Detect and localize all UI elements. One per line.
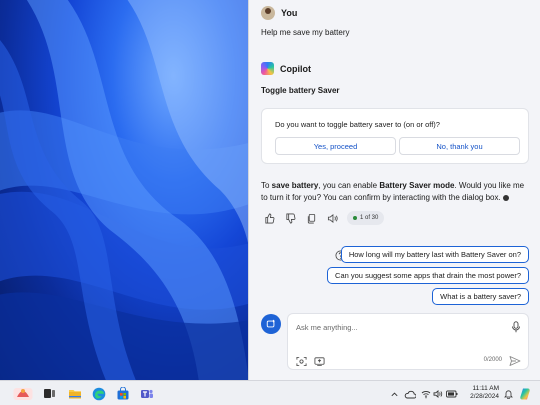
new-topic-icon [266,319,275,328]
suggestion-chip[interactable]: How long will my battery last with Batte… [340,246,529,263]
read-aloud-icon[interactable] [326,212,338,224]
status-dot-icon [353,216,357,220]
dialog-question: Do you want to toggle battery saver to (… [275,120,440,129]
chat-composer: 0/2000 [287,313,529,370]
image-upload-icon[interactable] [314,354,325,367]
user-message: You Help me save my battery [261,6,349,37]
notification-bell-icon[interactable] [503,389,513,399]
user-name: You [281,8,298,18]
answer-part: To [261,181,272,190]
taskbar-clock[interactable]: 11:11 AM 2/28/2024 [463,385,499,401]
desktop-wallpaper [0,0,248,380]
copilot-pane: You Help me save my battery Copilot Togg… [248,0,540,380]
microphone-icon[interactable] [511,320,521,333]
ask-input[interactable] [296,320,496,334]
page-indicator-text: 1 of 30 [360,215,379,221]
taskbar: 11:11 AM 2/28/2024 [0,380,540,405]
copilot-logo-icon [261,62,274,75]
send-icon[interactable] [509,354,521,366]
suggestion-chip[interactable]: Can you suggest some apps that drain the… [327,267,529,284]
edge-icon[interactable] [91,386,106,401]
response-page-indicator[interactable]: 1 of 30 [347,211,385,225]
copilot-answer-text: To save battery, you can enable Battery … [261,180,531,204]
user-avatar [261,6,275,20]
response-title: Toggle battery Saver [261,86,340,95]
widget-icon[interactable] [12,386,34,401]
task-view-icon[interactable] [42,386,57,401]
file-explorer-icon[interactable] [67,386,82,401]
battery-saver-dialog: Do you want to toggle battery saver to (… [261,108,529,164]
store-icon[interactable] [115,386,130,401]
citation-icon[interactable] [502,194,509,201]
onedrive-icon[interactable] [404,389,416,399]
character-counter: 0/2000 [483,357,502,363]
answer-bold: save battery [271,181,319,190]
wifi-icon[interactable] [421,389,431,399]
yes-proceed-button[interactable]: Yes, proceed [275,137,396,155]
no-thank-you-button[interactable]: No, thank you [399,137,520,155]
new-topic-button[interactable] [261,314,281,334]
answer-part: , you can enable [318,181,380,190]
volume-icon[interactable] [433,389,443,399]
feedback-bar: 1 of 30 [263,211,385,225]
user-message-text: Help me save my battery [261,28,350,37]
answer-bold: Battery Saver mode [379,181,455,190]
copilot-taskbar-icon[interactable] [517,386,532,401]
thumbs-down-icon[interactable] [284,212,296,224]
clock-date: 2/28/2024 [470,393,499,400]
copilot-header: Copilot [261,62,311,75]
battery-icon[interactable] [446,389,458,399]
chevron-up-icon[interactable] [389,389,399,399]
copilot-name: Copilot [280,63,311,74]
suggestion-chip[interactable]: What is a battery saver? [432,288,529,305]
teams-icon[interactable] [139,386,154,401]
clock-time: 11:11 AM [472,385,500,392]
thumbs-up-icon[interactable] [263,212,275,224]
user-header: You [261,6,349,20]
copy-icon[interactable] [305,212,317,224]
screenshot-icon[interactable] [296,354,307,367]
